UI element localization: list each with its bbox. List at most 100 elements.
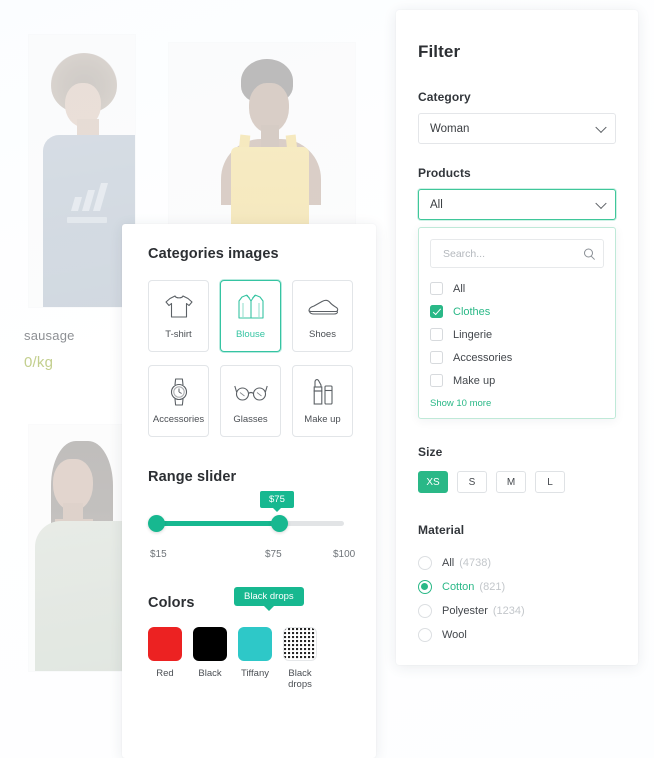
radio[interactable] bbox=[418, 556, 432, 570]
range-slider-title: Range slider bbox=[148, 469, 237, 485]
option-label: Cotton bbox=[442, 581, 475, 593]
product-title: sausage bbox=[24, 328, 75, 343]
category-tile-label: Shoes bbox=[309, 329, 336, 341]
swatch-chip[interactable] bbox=[148, 627, 182, 661]
size-field: Size XS S M L bbox=[418, 445, 616, 493]
product-photo-card[interactable] bbox=[28, 424, 136, 672]
category-field: Category Woman bbox=[418, 90, 616, 144]
product-photo-card[interactable] bbox=[28, 34, 136, 308]
dropdown-search[interactable] bbox=[430, 239, 604, 268]
category-tile-label: Accessories bbox=[152, 414, 205, 426]
products-label: Products bbox=[418, 166, 471, 180]
slider-min-label: $15 bbox=[150, 549, 167, 560]
dropdown-option-makeup[interactable]: Make up bbox=[430, 370, 604, 391]
slider-value-tooltip: $75 bbox=[260, 491, 294, 512]
categories-images-title: Categories images bbox=[148, 246, 279, 262]
radio[interactable] bbox=[418, 604, 432, 618]
colors-section: Colors Black drops Red Black Tiffany Bla… bbox=[148, 587, 350, 691]
category-tile-label: T-shirt bbox=[165, 329, 192, 341]
option-label: All bbox=[442, 557, 455, 569]
shoe-icon bbox=[307, 291, 339, 323]
adidas-logo-icon bbox=[65, 181, 109, 223]
product-photo-sage-tee bbox=[29, 425, 135, 671]
category-label: Category bbox=[418, 90, 471, 104]
slider-track-fill bbox=[154, 521, 280, 526]
products-select-value: All bbox=[430, 198, 443, 211]
option-count: (4738) bbox=[459, 557, 492, 569]
category-tile-accessories[interactable]: Accessories bbox=[148, 365, 209, 437]
category-tile-label: Blouse bbox=[235, 329, 266, 341]
size-option-m[interactable]: M bbox=[496, 471, 526, 493]
category-tile-label: Make up bbox=[304, 414, 341, 426]
watch-icon bbox=[168, 376, 190, 408]
category-select[interactable]: Woman bbox=[418, 113, 616, 144]
radio[interactable] bbox=[418, 580, 432, 594]
range-slider-section: Range slider $75 $15 $75 $100 bbox=[148, 469, 355, 565]
search-input[interactable] bbox=[441, 246, 577, 261]
category-tile-glasses[interactable]: Glasses bbox=[220, 365, 281, 437]
category-tile-shoes[interactable]: Shoes bbox=[292, 280, 353, 352]
color-swatch-black-drops[interactable]: Black drops bbox=[283, 627, 317, 691]
color-swatch-black[interactable]: Black bbox=[193, 627, 227, 691]
chevron-down-icon bbox=[595, 121, 607, 133]
material-option-cotton[interactable]: Cotton (821) bbox=[418, 575, 616, 599]
categories-grid: T-shirt Blouse Shoes Accessories Glasses… bbox=[148, 280, 353, 437]
option-label: Accessories bbox=[453, 351, 513, 364]
product-photo-yellow-tank bbox=[169, 43, 355, 241]
dropdown-option-lingerie[interactable]: Lingerie bbox=[430, 324, 604, 345]
dropdown-option-all[interactable]: All bbox=[430, 278, 604, 299]
search-icon bbox=[584, 248, 595, 260]
checkbox[interactable] bbox=[430, 351, 443, 364]
products-select[interactable]: All bbox=[418, 189, 616, 220]
option-label: Make up bbox=[453, 374, 496, 387]
color-swatch-red[interactable]: Red bbox=[148, 627, 182, 691]
checkbox[interactable] bbox=[430, 282, 443, 295]
swatch-chip[interactable] bbox=[283, 627, 317, 661]
tshirt-icon bbox=[164, 291, 194, 323]
dropdown-option-clothes[interactable]: Clothes bbox=[430, 301, 604, 322]
slider-handle-max[interactable] bbox=[271, 515, 288, 532]
slider-mid-label: $75 bbox=[265, 549, 282, 560]
ui-kit-card: Categories images T-shirt Blouse Shoes A… bbox=[122, 224, 376, 758]
product-photo-card[interactable] bbox=[168, 42, 356, 242]
material-label: Material bbox=[418, 523, 465, 537]
category-select-value: Woman bbox=[430, 122, 470, 135]
material-option-all[interactable]: All (4738) bbox=[418, 551, 616, 575]
category-tile-makeup[interactable]: Make up bbox=[292, 365, 353, 437]
range-slider[interactable]: $75 bbox=[148, 491, 350, 547]
option-count: (821) bbox=[479, 581, 506, 593]
option-label: Wool bbox=[442, 629, 467, 641]
color-swatch-row: Red Black Tiffany Black drops bbox=[148, 627, 350, 691]
dropdown-option-accessories[interactable]: Accessories bbox=[430, 347, 604, 368]
products-field: Products All All bbox=[418, 166, 616, 419]
material-field: Material All (4738) Cotton (821) Polyest… bbox=[418, 523, 616, 647]
swatch-chip[interactable] bbox=[238, 627, 272, 661]
blouse-icon bbox=[237, 291, 265, 323]
category-tile-label: Glasses bbox=[233, 414, 268, 426]
checkbox[interactable] bbox=[430, 374, 443, 387]
option-label: Clothes bbox=[453, 305, 491, 318]
checkbox[interactable] bbox=[430, 305, 443, 318]
show-more-link[interactable]: Show 10 more bbox=[430, 398, 604, 409]
checkbox[interactable] bbox=[430, 328, 443, 341]
page-root: sausage 0/kg Categories images T-shirt B… bbox=[0, 0, 654, 758]
slider-handle-min[interactable] bbox=[148, 515, 165, 532]
size-option-s[interactable]: S bbox=[457, 471, 487, 493]
chevron-down-icon bbox=[595, 197, 607, 209]
material-option-polyester[interactable]: Polyester (1234) bbox=[418, 599, 616, 623]
size-option-l[interactable]: L bbox=[535, 471, 565, 493]
category-tile-tshirt[interactable]: T-shirt bbox=[148, 280, 209, 352]
swatch-label: Red bbox=[156, 668, 174, 679]
size-option-xs[interactable]: XS bbox=[418, 471, 448, 493]
lipstick-icon bbox=[310, 376, 336, 408]
color-swatch-tiffany[interactable]: Tiffany bbox=[238, 627, 272, 691]
swatch-label: Black bbox=[198, 668, 222, 679]
category-tile-blouse[interactable]: Blouse bbox=[220, 280, 281, 352]
material-option-wool[interactable]: Wool bbox=[418, 623, 616, 647]
filter-title: Filter bbox=[418, 42, 461, 61]
slider-max-label: $100 bbox=[333, 549, 356, 560]
size-options: XS S M L bbox=[418, 471, 616, 493]
option-label: Lingerie bbox=[453, 328, 493, 341]
swatch-chip[interactable] bbox=[193, 627, 227, 661]
radio[interactable] bbox=[418, 628, 432, 642]
